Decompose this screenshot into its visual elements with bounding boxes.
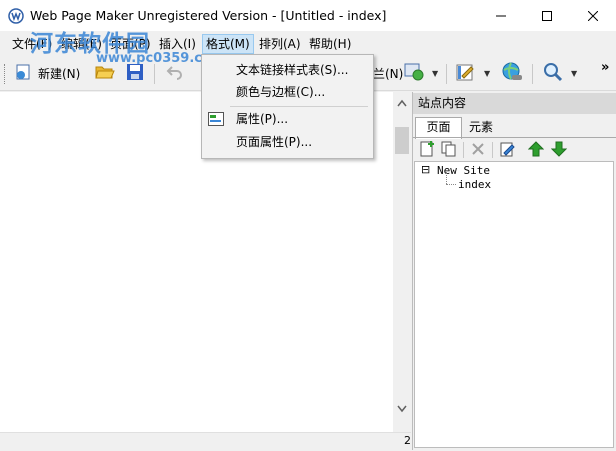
copy-icon (441, 141, 457, 160)
new-page-label: 新建(N) (38, 66, 81, 81)
menu-item-color-border[interactable]: 颜色与边框(C)... (236, 82, 325, 102)
horizontal-status-bar: 2 (0, 432, 411, 451)
chevron-down-icon[interactable]: ▼ (571, 69, 577, 78)
maximize-button[interactable] (524, 0, 570, 31)
pencil-edit-icon (456, 62, 476, 85)
chevron-down-icon[interactable]: ▼ (484, 69, 490, 78)
tree-node-page[interactable]: index (458, 178, 491, 191)
magnifier-icon (543, 62, 563, 85)
panel-title: 站点内容 (413, 93, 616, 114)
add-page-button[interactable] (418, 140, 436, 160)
save-button[interactable] (126, 62, 144, 84)
panel-separator (463, 142, 464, 158)
undo-button[interactable] (166, 62, 184, 84)
status-fragment: 2 (404, 434, 411, 447)
move-down-button[interactable] (550, 141, 568, 159)
tab-divider (413, 137, 616, 138)
menu-item-properties[interactable]: 属性(P)... (236, 109, 288, 129)
edit-style-button[interactable]: ▼ (456, 62, 490, 84)
tree-collapse-icon[interactable]: ⊟ (421, 163, 430, 176)
undo-icon (166, 63, 184, 84)
scroll-down-icon[interactable] (397, 402, 407, 416)
delete-page-button[interactable] (469, 141, 487, 159)
tree-node-site[interactable]: New Site (437, 164, 490, 177)
window-title: Web Page Maker Unregistered Version - [U… (30, 8, 387, 23)
publish-button[interactable] (501, 62, 523, 84)
new-page-button[interactable]: 新建(N) (14, 62, 80, 84)
menu-arrange[interactable]: 排列(A) (256, 35, 304, 53)
arrow-down-icon (550, 141, 568, 160)
toolbar-separator (532, 64, 533, 84)
menu-item-text-link-styles[interactable]: 文本链接样式表(S)... (236, 60, 348, 80)
tab-elements[interactable]: 元素 (461, 118, 501, 137)
new-page-icon (14, 63, 32, 84)
delete-x-icon (471, 142, 485, 159)
tree-connector (446, 184, 456, 186)
menu-help[interactable]: 帮助(H) (306, 35, 354, 53)
toolbar-separator (446, 64, 447, 84)
chevron-down-icon[interactable]: ▼ (432, 69, 438, 78)
toolbar-separator (154, 64, 155, 84)
open-folder-icon (95, 63, 115, 84)
new-document-icon (419, 140, 435, 160)
scroll-up-icon[interactable] (397, 96, 407, 110)
move-up-button[interactable] (527, 140, 545, 160)
partial-button-label: 兰(N) (373, 66, 404, 81)
close-button[interactable] (570, 0, 616, 31)
menu-item-page-properties[interactable]: 页面属性(P)... (236, 132, 312, 152)
toolbar-overflow-button[interactable]: » (601, 60, 609, 75)
page-properties-button[interactable] (498, 141, 516, 159)
scrollbar-thumb[interactable] (395, 127, 409, 154)
arrow-up-icon (527, 140, 545, 160)
zoom-button[interactable]: ▼ (543, 62, 577, 84)
copy-page-button[interactable] (440, 141, 458, 159)
site-tree[interactable] (414, 161, 614, 448)
shape-icon (404, 62, 426, 85)
document-edit-icon (499, 141, 515, 160)
minimize-button[interactable] (478, 0, 524, 31)
tree-connector (446, 172, 448, 184)
toolbar-grip[interactable] (4, 64, 8, 84)
properties-icon (208, 112, 224, 129)
partial-toolbar-button[interactable]: 兰(N) (373, 62, 403, 84)
tab-pages[interactable]: 页面 (415, 117, 462, 139)
panel-separator (492, 142, 493, 158)
menu-separator (230, 106, 368, 107)
app-logo-icon (8, 8, 24, 24)
insert-shape-button[interactable]: ▼ (404, 62, 438, 84)
globe-link-icon (501, 61, 523, 86)
save-disk-icon (126, 63, 144, 84)
open-button[interactable] (95, 62, 115, 84)
